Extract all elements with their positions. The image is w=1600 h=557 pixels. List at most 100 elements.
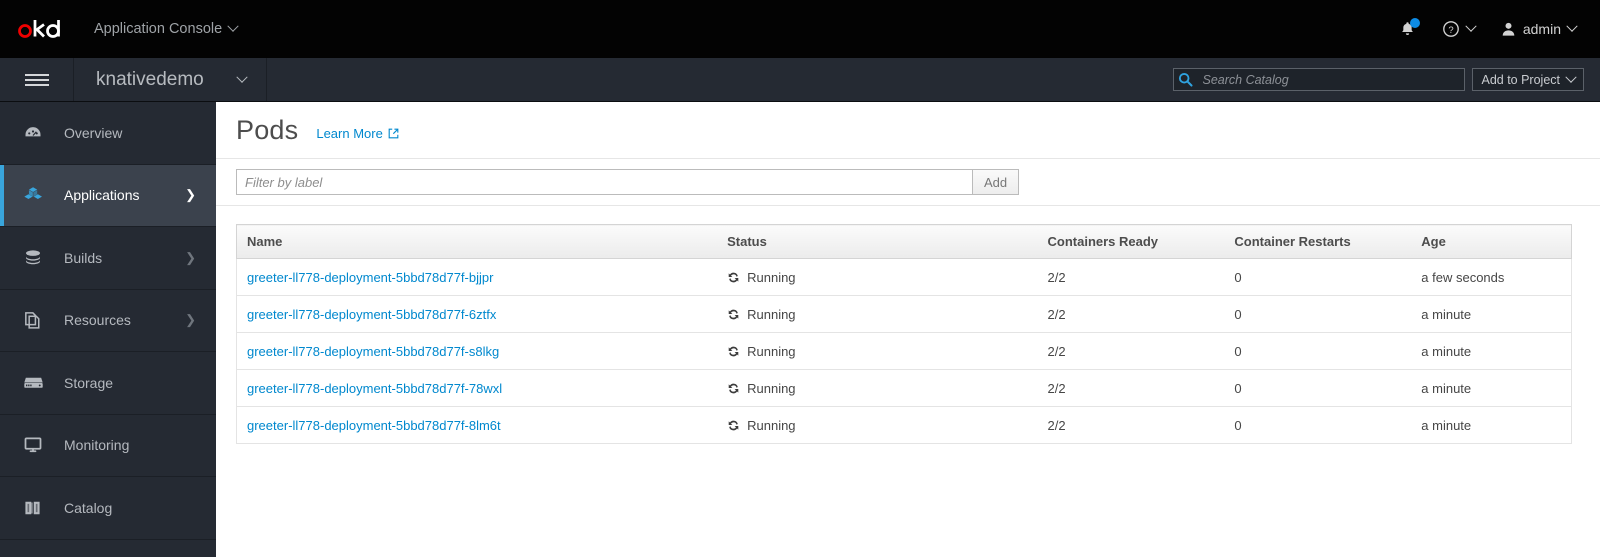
- table-row: greeter-ll778-deployment-5bbd78d77f-s8lk…: [236, 332, 1573, 370]
- sidebar-item-label: Overview: [64, 124, 123, 141]
- sidebar-item-label: Storage: [64, 374, 114, 391]
- help-dropdown[interactable]: ?: [1442, 20, 1477, 38]
- cell-container-restarts: 0: [1224, 369, 1412, 407]
- cell-container-restarts: 0: [1224, 332, 1412, 370]
- pod-name-link[interactable]: greeter-ll778-deployment-5bbd78d77f-s8lk…: [247, 344, 499, 359]
- sidebar-item-catalog[interactable]: Catalog: [0, 477, 216, 540]
- chevron-down-icon: [1566, 20, 1578, 32]
- sidebar-item-monitoring[interactable]: Monitoring: [0, 415, 216, 477]
- filter-toolbar: Add: [216, 159, 1600, 206]
- monitor-icon: [22, 434, 52, 456]
- sidebar-item-builds[interactable]: Builds ❯: [0, 227, 216, 290]
- status-label: Running: [747, 417, 796, 433]
- column-header-containers-ready[interactable]: Containers Ready: [1037, 224, 1225, 259]
- sidebar-item-overview[interactable]: Overview: [0, 102, 216, 165]
- sidebar-item-label: Applications: [64, 187, 140, 204]
- pods-table-container: Name Status Containers Ready Container R…: [216, 206, 1600, 444]
- search-catalog-input[interactable]: [1200, 69, 1463, 90]
- table-row: greeter-ll778-deployment-5bbd78d77f-6ztf…: [236, 295, 1573, 333]
- application-console-label: Application Console: [94, 21, 223, 37]
- sidebar-toggle-button[interactable]: [0, 58, 74, 101]
- table-row: greeter-ll778-deployment-5bbd78d77f-bjjp…: [236, 258, 1573, 296]
- table-row: greeter-ll778-deployment-5bbd78d77f-78wx…: [236, 369, 1573, 407]
- user-icon: [1502, 22, 1515, 36]
- cell-containers-ready: 2/2: [1037, 406, 1225, 444]
- column-header-name[interactable]: Name: [236, 224, 718, 259]
- main-content: Pods Learn More Add Name Status Containe…: [216, 102, 1600, 557]
- storage-icon: [22, 372, 52, 394]
- sync-icon: [727, 345, 740, 358]
- cell-status: Running: [717, 369, 1038, 407]
- sync-icon: [727, 419, 740, 432]
- user-menu[interactable]: admin: [1501, 20, 1578, 37]
- pod-name-link[interactable]: greeter-ll778-deployment-5bbd78d77f-bjjp…: [247, 270, 493, 285]
- sync-icon: [727, 271, 740, 284]
- pod-name-link[interactable]: greeter-ll778-deployment-5bbd78d77f-8lm6…: [247, 418, 501, 433]
- filter-by-label-input[interactable]: [236, 169, 972, 195]
- cell-pod-name: greeter-ll778-deployment-5bbd78d77f-6ztf…: [236, 295, 718, 333]
- chevron-right-icon: ❯: [185, 187, 196, 203]
- pods-table: Name Status Containers Ready Container R…: [236, 224, 1573, 444]
- sidebar-item-storage[interactable]: Storage: [0, 352, 216, 415]
- sidebar-item-label: Catalog: [64, 499, 113, 516]
- catalog-actions: Add to Project: [1173, 58, 1600, 101]
- sidebar-item-label: Monitoring: [64, 437, 130, 454]
- page-title: Pods: [236, 114, 299, 145]
- hamburger-icon: [24, 71, 49, 89]
- cell-age: a few seconds: [1411, 258, 1573, 296]
- add-filter-button[interactable]: Add: [972, 169, 1020, 195]
- cell-age: a minute: [1411, 369, 1573, 407]
- masthead-actions: ? admin: [1399, 18, 1578, 38]
- chevron-down-icon: [1465, 20, 1477, 32]
- project-name-label: knativedemo: [96, 68, 204, 90]
- pods-table-body: greeter-ll778-deployment-5bbd78d77f-bjjp…: [236, 258, 1573, 444]
- notifications-button[interactable]: [1399, 18, 1420, 38]
- chevron-down-icon: [227, 20, 239, 32]
- notification-badge-dot: [1409, 18, 1420, 28]
- layers-icon: [22, 247, 52, 269]
- copy-files-icon: [22, 309, 52, 331]
- sidebar-item-applications[interactable]: Applications ❯: [0, 164, 216, 227]
- cell-age: a minute: [1411, 332, 1573, 370]
- search-catalog-box[interactable]: [1173, 68, 1466, 91]
- cell-containers-ready: 2/2: [1037, 295, 1225, 333]
- chevron-right-icon: ❯: [185, 249, 196, 265]
- cell-container-restarts: 0: [1224, 258, 1412, 296]
- page-header: Pods Learn More: [216, 102, 1600, 159]
- sidebar-item-label: Resources: [64, 312, 131, 329]
- cell-pod-name: greeter-ll778-deployment-5bbd78d77f-78wx…: [236, 369, 718, 407]
- chevron-down-icon: [236, 71, 248, 83]
- learn-more-link[interactable]: Learn More: [316, 126, 399, 141]
- column-header-container-restarts[interactable]: Container Restarts: [1224, 224, 1412, 259]
- sync-icon: [727, 308, 740, 321]
- add-to-project-label: Add to Project: [1481, 72, 1560, 87]
- book-icon: [22, 497, 52, 519]
- chevron-right-icon: ❯: [185, 312, 196, 328]
- application-console-dropdown[interactable]: Application Console: [94, 20, 239, 37]
- pod-name-link[interactable]: greeter-ll778-deployment-5bbd78d77f-6ztf…: [247, 307, 496, 322]
- cell-container-restarts: 0: [1224, 295, 1412, 333]
- cell-age: a minute: [1411, 406, 1573, 444]
- project-toolbar: knativedemo Add to Project: [0, 58, 1600, 102]
- sidebar-nav: Overview Applications ❯ Builds ❯ Resourc…: [0, 102, 216, 557]
- pod-name-link[interactable]: greeter-ll778-deployment-5bbd78d77f-78wx…: [247, 381, 502, 396]
- column-header-status[interactable]: Status: [717, 224, 1038, 259]
- cell-containers-ready: 2/2: [1037, 332, 1225, 370]
- cell-status: Running: [717, 258, 1038, 296]
- cell-pod-name: greeter-ll778-deployment-5bbd78d77f-8lm6…: [236, 406, 718, 444]
- column-header-age[interactable]: Age: [1411, 224, 1573, 259]
- sidebar-item-resources[interactable]: Resources ❯: [0, 290, 216, 352]
- cell-containers-ready: 2/2: [1037, 369, 1225, 407]
- external-link-icon: [388, 128, 399, 138]
- sync-icon: [727, 382, 740, 395]
- status-label: Running: [747, 269, 796, 285]
- project-selector[interactable]: knativedemo: [74, 58, 267, 101]
- cell-status: Running: [717, 295, 1038, 333]
- cubes-icon: [22, 184, 52, 206]
- okd-logo[interactable]: [18, 14, 62, 44]
- status-label: Running: [747, 306, 796, 322]
- sidebar-item-label: Builds: [64, 249, 103, 266]
- status-label: Running: [747, 380, 796, 396]
- user-name-label: admin: [1522, 21, 1561, 37]
- add-to-project-button[interactable]: Add to Project: [1472, 68, 1584, 91]
